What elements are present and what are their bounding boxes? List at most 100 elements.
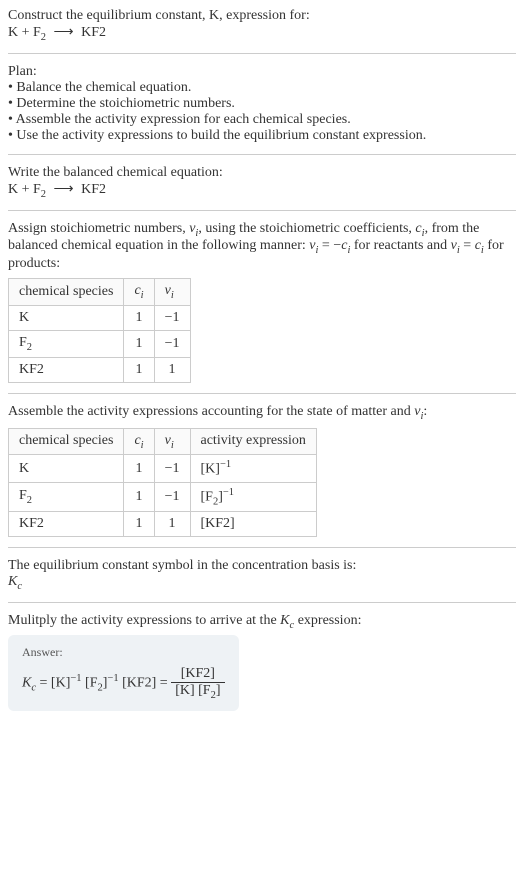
text: [K] [F [175,683,210,698]
cell-species: F2 [9,330,124,357]
sub: 2 [27,495,32,506]
cell-species: KF2 [9,512,124,537]
K-symbol: K [280,613,289,628]
eq-lhs: K + F [8,25,41,40]
text: Assemble the activity expressions accoun… [8,404,414,419]
cell-nu: 1 [154,357,190,382]
divider [8,602,516,603]
table-header-row: chemical species ci νi activity expressi… [9,428,317,455]
eq-lhs-sub: 2 [41,32,46,43]
activity-table: chemical species ci νi activity expressi… [8,428,317,538]
table-row: F2 1 −1 [F2]−1 [9,483,317,512]
col-species: chemical species [9,428,124,455]
cell-c: 1 [124,483,154,512]
table-row: KF2 1 1 [KF2] [9,512,317,537]
col-species: chemical species [9,279,124,306]
c-sub: i [141,439,144,450]
intro-text: Construct the equilibrium constant, K, e… [8,8,310,23]
text: F [19,335,27,350]
plan-item: • Use the activity expressions to build … [8,128,516,144]
table-row: K 1 −1 [9,305,191,330]
divider [8,53,516,54]
answer-box: Answer: Kc = [K]−1 [F2]−1 [KF2] = [KF2][… [8,635,239,711]
activity-intro: Assemble the activity expressions accoun… [8,404,516,422]
text: F [19,488,27,503]
fraction: [KF2][K] [F2] [171,666,224,701]
expr-sup: −1 [220,459,231,470]
text: for reactants and [350,238,450,253]
balanced-section: Write the balanced chemical equation: K … [8,165,516,200]
text: , using the stoichiometric coefficients, [198,221,415,236]
K-sub: c [17,581,22,592]
divider [8,210,516,211]
text: : [423,404,427,419]
balanced-equation: K + F2 ⟶ KF2 [8,181,516,200]
stoich-table: chemical species ci νi K 1 −1 F2 1 −1 KF… [8,278,191,383]
symbol-expr: Kc [8,574,516,592]
expr-base: [K] [201,462,220,477]
fraction-den: [K] [F2] [171,683,224,701]
fraction-num: [KF2] [171,666,224,683]
col-nu: νi [154,428,190,455]
eq-lhs: K + F [8,182,41,197]
activity-section: Assemble the activity expressions accoun… [8,404,516,538]
symbol-section: The equilibrium constant symbol in the c… [8,558,516,592]
reaction-arrow-icon: ⟶ [54,24,74,41]
cell-c: 1 [124,305,154,330]
cell-c: 1 [124,455,154,483]
text: Mulitply the activity expressions to arr… [8,613,280,628]
text: Assign stoichiometric numbers, [8,221,189,236]
nu-sub: i [171,290,174,301]
cell-c: 1 [124,357,154,382]
term-sup: −1 [70,673,81,684]
intro-section: Construct the equilibrium constant, K, e… [8,8,516,43]
cell-c: 1 [124,330,154,357]
answer-label: Answer: [22,645,225,660]
final-section: Mulitply the activity expressions to arr… [8,613,516,711]
divider [8,154,516,155]
term: [KF2] = [119,676,172,691]
cell-expr: [K]−1 [190,455,316,483]
intro-equation: K + F2 ⟶ KF2 [8,24,516,43]
cell-c: 1 [124,512,154,537]
final-intro: Mulitply the activity expressions to arr… [8,613,516,631]
eq-rhs: KF2 [81,25,106,40]
K-symbol: K [8,574,17,589]
table-row: F2 1 −1 [9,330,191,357]
plan-title: Plan: [8,64,516,80]
cell-species: F2 [9,483,124,512]
equals: = [36,676,51,691]
col-expr: activity expression [190,428,316,455]
text: expression: [294,613,361,628]
plan-section: Plan: • Balance the chemical equation. •… [8,64,516,144]
cell-species: K [9,455,124,483]
cell-nu: −1 [154,455,190,483]
term-sup: −1 [107,673,118,684]
cell-species: K [9,305,124,330]
divider [8,393,516,394]
eq-rhs: KF2 [81,182,106,197]
term: [F [82,676,98,691]
K-symbol: K [22,676,31,691]
cell-nu: −1 [154,305,190,330]
cell-expr: [F2]−1 [190,483,316,512]
col-c: ci [124,428,154,455]
stoich-section: Assign stoichiometric numbers, νi , using… [8,221,516,383]
col-nu: νi [154,279,190,306]
reaction-arrow-icon: ⟶ [54,181,74,198]
intro-line: Construct the equilibrium constant, K, e… [8,8,516,24]
cell-nu: −1 [154,483,190,512]
symbol-title: The equilibrium constant symbol in the c… [8,558,516,574]
eq-lhs-sub: 2 [41,189,46,200]
term: [K] [51,676,70,691]
expr-sup: −1 [223,487,234,498]
stoich-intro: Assign stoichiometric numbers, νi, using… [8,221,516,273]
balanced-title: Write the balanced chemical equation: [8,165,516,181]
plan-item: • Determine the stoichiometric numbers. [8,96,516,112]
c-sub: i [141,290,144,301]
table-row: KF2 1 1 [9,357,191,382]
plan-item: • Balance the chemical equation. [8,80,516,96]
cell-nu: 1 [154,512,190,537]
cell-nu: −1 [154,330,190,357]
table-row: K 1 −1 [K]−1 [9,455,317,483]
